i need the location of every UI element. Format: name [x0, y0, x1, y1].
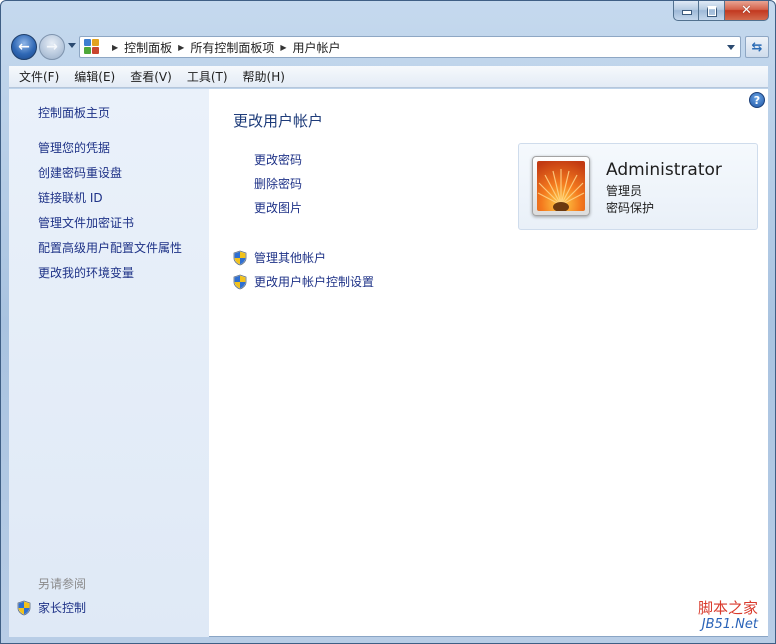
back-button[interactable]: ← [11, 34, 37, 60]
see-also-heading: 另请参阅 [38, 577, 87, 591]
control-panel-icon [84, 39, 100, 55]
close-button[interactable]: ✕ [725, 1, 769, 21]
menu-help[interactable]: 帮助(H) [237, 68, 291, 85]
minimize-button[interactable] [673, 1, 699, 21]
help-icon: ? [753, 93, 761, 107]
navigation-bar: ← → ▶ 控制面板 ▶ 所有控制面板项 ▶ 用户帐户 ⇆ [9, 32, 769, 62]
caption-buttons: ✕ [673, 1, 769, 21]
account-role: 管理员 [606, 184, 643, 198]
uac-shield-icon [232, 250, 248, 266]
remove-password-link[interactable]: 删除密码 [254, 175, 302, 192]
sidebar-item-environment-variables[interactable]: 更改我的环境变量 [38, 264, 134, 281]
sidebar-item-encryption-certificates[interactable]: 管理文件加密证书 [38, 214, 134, 231]
watermark: 脚本之家 JB51.Net [698, 599, 758, 633]
menu-bar: 文件(F) 编辑(E) 查看(V) 工具(T) 帮助(H) [9, 66, 768, 88]
sidebar-item-advanced-profile[interactable]: 配置高级用户配置文件属性 [38, 239, 182, 256]
breadcrumb-control-panel[interactable]: 控制面板 [124, 39, 172, 56]
refresh-icon: ⇆ [751, 39, 763, 55]
close-icon: ✕ [741, 2, 752, 18]
manage-other-accounts-link[interactable]: 管理其他帐户 [254, 249, 326, 266]
parental-controls-link[interactable]: 家长控制 [16, 599, 86, 616]
menu-view[interactable]: 查看(V) [124, 68, 178, 85]
sidebar-item-password-reset-disk[interactable]: 创建密码重设盘 [38, 164, 122, 181]
recent-pages-dropdown[interactable] [68, 42, 76, 50]
manage-other-accounts-row[interactable]: 管理其他帐户 [232, 249, 326, 266]
sidebar: 控制面板主页 管理您的凭据 创建密码重设盘 链接联机 ID 管理文件加密证书 配… [9, 89, 209, 637]
arrow-left-icon: ← [18, 39, 30, 55]
account-password-status: 密码保护 [606, 201, 655, 215]
sidebar-item-manage-credentials[interactable]: 管理您的凭据 [38, 139, 110, 156]
uac-shield-icon [232, 274, 248, 290]
sidebar-item-control-panel-home[interactable]: 控制面板主页 [38, 104, 110, 121]
account-name: Administrator [606, 160, 722, 180]
address-history-dropdown[interactable] [722, 37, 740, 57]
maximize-button[interactable] [699, 1, 725, 21]
change-picture-link[interactable]: 更改图片 [254, 199, 302, 216]
page-title: 更改用户帐户 [233, 112, 324, 130]
chevron-right-icon[interactable]: ▶ [178, 43, 184, 52]
arrow-right-icon: → [46, 39, 58, 55]
main-content: ? 更改用户帐户 更改密码 删除密码 更改图片 管理其他帐户 更改用户帐户控制设… [209, 89, 768, 637]
help-button[interactable]: ? [749, 92, 765, 108]
chevron-right-icon[interactable]: ▶ [280, 43, 286, 52]
forward-button[interactable]: → [39, 34, 65, 60]
menu-edit[interactable]: 编辑(E) [68, 68, 121, 85]
flower-avatar-icon [537, 161, 585, 211]
minimize-icon [681, 6, 692, 16]
change-password-link[interactable]: 更改密码 [254, 151, 302, 168]
maximize-icon [706, 5, 717, 17]
watermark-url: JB51.Net [701, 617, 758, 632]
address-bar[interactable]: ▶ 控制面板 ▶ 所有控制面板项 ▶ 用户帐户 [79, 36, 741, 58]
change-uac-settings-link[interactable]: 更改用户帐户控制设置 [254, 273, 374, 290]
chevron-right-icon[interactable]: ▶ [112, 43, 118, 52]
account-card: Administrator 管理员 密码保护 [518, 143, 758, 230]
watermark-text: 脚本之家 [697, 599, 758, 617]
avatar[interactable] [532, 156, 590, 216]
breadcrumb-all-items[interactable]: 所有控制面板项 [190, 39, 274, 56]
uac-shield-icon [16, 600, 32, 616]
window-frame: ✕ ← → ▶ 控制面板 ▶ 所有控制面板项 ▶ 用户帐户 ⇆ 文件(F) 编辑… [0, 0, 776, 644]
sidebar-item-link-online-id[interactable]: 链接联机 ID [38, 189, 103, 206]
title-bar[interactable]: ✕ [1, 1, 775, 31]
uac-settings-row[interactable]: 更改用户帐户控制设置 [232, 273, 374, 290]
menu-file[interactable]: 文件(F) [13, 68, 65, 85]
menu-tools[interactable]: 工具(T) [181, 68, 234, 85]
client-area: 控制面板主页 管理您的凭据 创建密码重设盘 链接联机 ID 管理文件加密证书 配… [9, 89, 768, 637]
breadcrumb-user-accounts[interactable]: 用户帐户 [293, 39, 341, 56]
refresh-button[interactable]: ⇆ [745, 36, 769, 58]
sidebar-item-parental-controls[interactable]: 家长控制 [38, 599, 86, 616]
